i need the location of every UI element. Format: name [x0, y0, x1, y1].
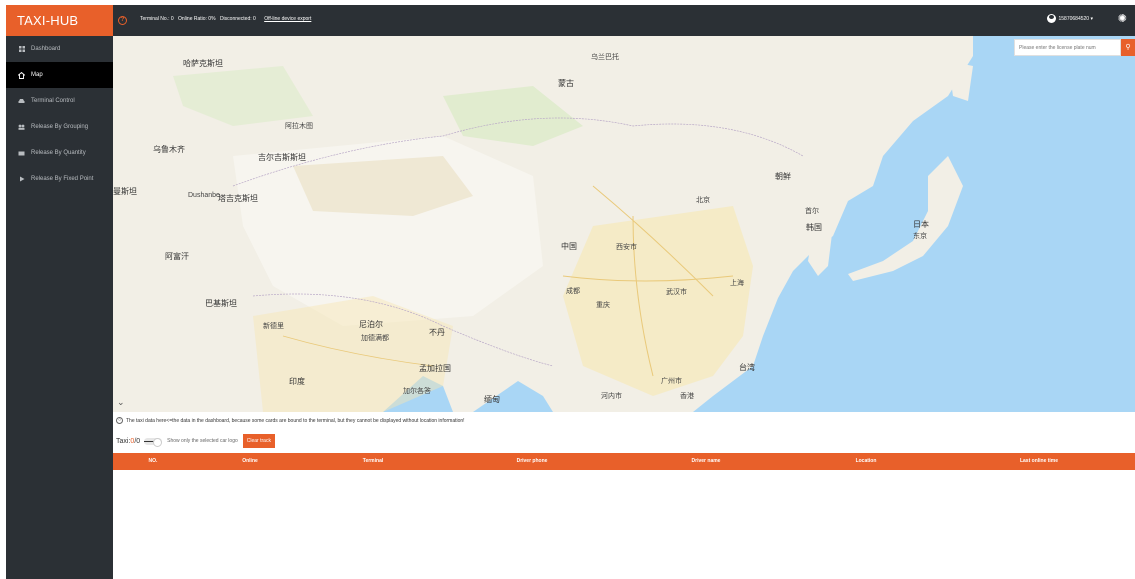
map-label-seoul: 首尔 — [805, 208, 819, 215]
map-canvas — [113, 36, 973, 412]
map-view[interactable]: 哈萨克斯坦 蒙古 乌兰巴托 阿拉木图 乌鲁木齐 吉尔吉斯斯坦 曼斯坦 Dusha… — [113, 36, 1135, 412]
taxi-count: Taxi:0/0 — [116, 438, 140, 445]
sidebar-item-label: Release By Quantity — [31, 150, 86, 156]
chevron-down-icon[interactable]: ⌄ — [117, 397, 125, 408]
map-label-kazakhstan: 哈萨克斯坦 — [183, 59, 223, 68]
map-label-beijing: 北京 — [696, 197, 710, 204]
play-icon — [18, 176, 25, 183]
map-label-kolkata: 加尔各答 — [403, 388, 431, 395]
map-label-new-delhi: 新德里 — [263, 323, 284, 330]
column-header-no[interactable]: NO. — [149, 453, 158, 470]
map-label-mongolia: 蒙古 — [558, 79, 574, 88]
map-label-chongqing: 重庆 — [596, 302, 610, 309]
map-label-china: 中国 — [561, 242, 577, 251]
taxi-table-header: NO. Online Terminal Driver phone Driver … — [113, 453, 1135, 470]
online-ratio: Online Ratio: 0% — [178, 16, 216, 22]
column-header-driver-name[interactable]: Driver name — [692, 453, 721, 470]
grouping-icon — [18, 124, 25, 131]
map-label-hanoi: 河内市 — [601, 393, 622, 400]
top-bar: ? Terminal No.: 0 Online Ratio: 0% Disco… — [113, 5, 1135, 36]
map-label-guangzhou: 广州市 — [661, 378, 682, 385]
sidebar-item-release-by-grouping[interactable]: Release By Grouping — [6, 114, 113, 140]
map-label-myanmar: 缅甸 — [484, 395, 500, 404]
map-label-india: 印度 — [289, 377, 305, 386]
map-label-tajikistan: 塔吉克斯坦 — [218, 194, 258, 203]
map-label-bhutan: 不丹 — [429, 328, 445, 337]
map-label-wuhan: 武汉市 — [666, 289, 687, 296]
terminal-no: Terminal No.: 0 — [140, 16, 174, 22]
column-header-location[interactable]: Location — [856, 453, 877, 470]
sidebar-item-map[interactable]: Map — [6, 62, 113, 88]
taxi-count-label: Taxi: — [116, 437, 131, 445]
map-label-xian: 西安市 — [616, 244, 637, 251]
toggle-label: Show only the selected car logo — [167, 438, 238, 444]
map-label-taiwan: 台湾 — [739, 363, 755, 372]
gear-icon[interactable]: ✺ — [1118, 14, 1127, 25]
map-label-tokyo: 东京 — [913, 233, 927, 240]
sidebar: TAXI-HUB Dashboard Map Terminal Control … — [6, 5, 113, 579]
info-icon: ○ — [116, 417, 123, 424]
map-label-pakistan: 巴基斯坦 — [205, 299, 237, 308]
map-label-almaty: 阿拉木图 — [285, 123, 313, 130]
column-header-terminal[interactable]: Terminal — [363, 453, 383, 470]
offline-export-link[interactable]: Off-line device export — [264, 16, 311, 22]
dashboard-icon — [18, 46, 25, 53]
sidebar-item-release-by-fixed-point[interactable]: Release By Fixed Point — [6, 166, 113, 192]
car-icon — [18, 98, 25, 105]
sidebar-item-label: Release By Grouping — [31, 124, 89, 130]
quantity-icon — [18, 150, 25, 157]
map-label-urumqi: 乌鲁木齐 — [153, 145, 185, 154]
map-label-shanghai: 上海 — [730, 280, 744, 287]
license-plate-search-input[interactable] — [1014, 39, 1121, 56]
map-label-north-korea: 朝鲜 — [775, 172, 791, 181]
column-header-last-online-time[interactable]: Last online time — [1020, 453, 1058, 470]
notice-text: The taxi data here<=the data in the dash… — [126, 417, 465, 424]
map-label-ulaanbaatar: 乌兰巴托 — [591, 54, 619, 61]
map-icon — [18, 71, 25, 79]
search-icon[interactable]: ⚲ — [1121, 39, 1135, 56]
taxi-table-body — [113, 470, 1135, 579]
sidebar-item-release-by-quantity[interactable]: Release By Quantity — [6, 140, 113, 166]
clear-track-button[interactable]: Clear track — [242, 434, 275, 448]
sidebar-item-label: Release By Fixed Point — [31, 176, 94, 182]
map-label-chengdu: 成都 — [566, 288, 580, 295]
map-label-kathmandu: 加德满都 — [361, 335, 389, 342]
location-notice: ○ The taxi data here<=the data in the da… — [116, 417, 465, 424]
sidebar-item-label: Terminal Control — [31, 98, 75, 104]
map-label-south-korea: 韩国 — [806, 223, 822, 232]
terminal-stats: Terminal No.: 0 Online Ratio: 0% Disconn… — [140, 16, 314, 22]
column-header-driver-phone[interactable]: Driver phone — [517, 453, 548, 470]
map-controls: Taxi:0/0 Show only the selected car logo… — [116, 434, 275, 448]
sidebar-item-terminal-control[interactable]: Terminal Control — [6, 88, 113, 114]
sidebar-item-label: Dashboard — [31, 46, 61, 52]
disconnected-count: Disconnected: 0 — [219, 16, 256, 22]
map-label-japan: 日本 — [913, 220, 929, 229]
sidebar-item-dashboard[interactable]: Dashboard — [6, 36, 113, 62]
map-label-kyrgyzstan: 吉尔吉斯斯坦 — [258, 153, 306, 162]
map-label-dushanbe: Dushanbe — [188, 192, 220, 199]
map-label-afghanistan: 阿富汗 — [165, 252, 189, 261]
user-menu[interactable]: 15870684520 ▾ — [1046, 14, 1094, 23]
selected-car-toggle[interactable] — [144, 437, 163, 447]
sidebar-item-label: Map — [31, 72, 43, 78]
help-icon[interactable]: ? — [118, 16, 127, 25]
taxi-total-count: /0 — [134, 437, 141, 445]
avatar — [1046, 14, 1056, 23]
column-header-online[interactable]: Online — [242, 453, 258, 470]
map-label-hong-kong: 香港 — [680, 393, 694, 400]
brand-logo[interactable]: TAXI-HUB — [6, 5, 113, 36]
map-label-nepal: 尼泊尔 — [359, 320, 383, 329]
username: 15870684520 ▾ — [1058, 15, 1094, 22]
map-label-turkmenistan: 曼斯坦 — [113, 187, 137, 196]
map-label-bangladesh: 孟加拉国 — [419, 364, 451, 373]
